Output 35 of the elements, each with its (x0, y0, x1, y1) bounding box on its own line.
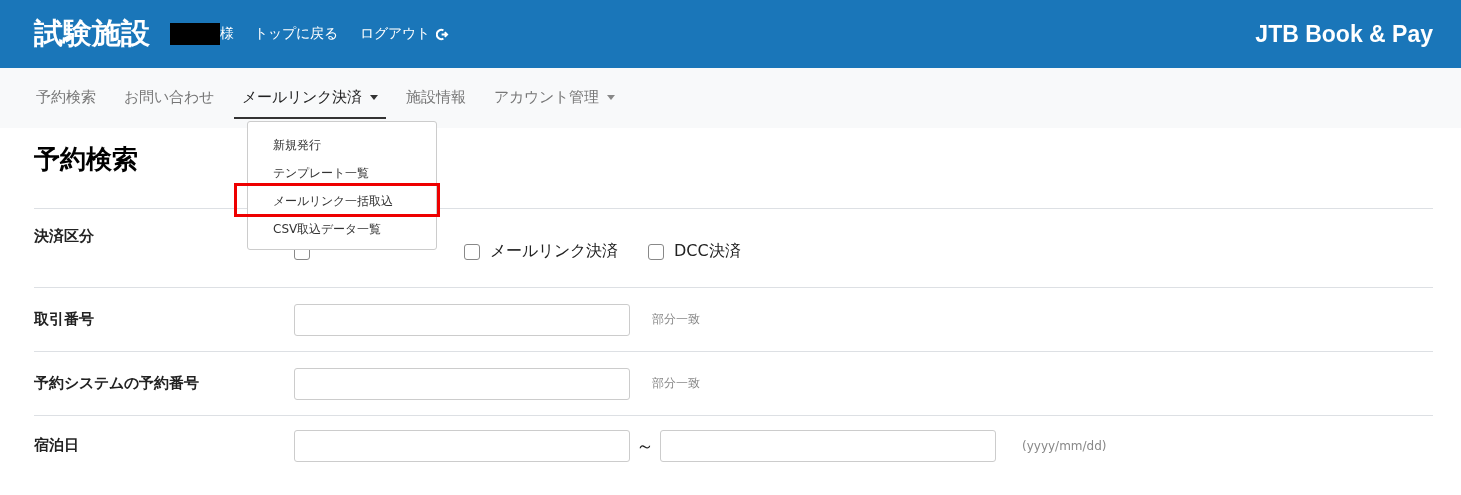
checkbox[interactable] (648, 243, 664, 260)
menu-item[interactable]: テンプレート一覧 (248, 164, 369, 182)
menu-item[interactable]: CSV取込データ一覧 (248, 220, 382, 238)
menu-item[interactable]: 新規発行 (248, 136, 321, 154)
nav-tab[interactable]: アカウント管理 (486, 77, 623, 119)
range-separator: ～ (636, 434, 654, 458)
input-field[interactable] (294, 303, 630, 336)
header-link[interactable]: ログアウト (360, 25, 449, 43)
input-field[interactable] (294, 430, 630, 462)
input-field[interactable] (294, 367, 630, 400)
checkbox[interactable] (464, 243, 480, 260)
field-label: 宿泊日 (34, 436, 79, 454)
caret-icon (607, 94, 615, 100)
hint-text: (yyyy/mm/dd) (1022, 439, 1107, 453)
logout-icon (436, 27, 449, 41)
nav-tab[interactable]: 施設情報 (398, 77, 474, 119)
checkbox-label: メールリンク決済 (490, 241, 618, 262)
menu-item[interactable]: メールリンク一括取込 (248, 192, 393, 210)
caret-icon (370, 94, 378, 100)
hint-text: 部分一致 (652, 311, 700, 328)
brand-logo: JTB Book & Pay (1255, 20, 1433, 48)
header-link[interactable]: トップに戻る (254, 25, 338, 43)
field-label: 決済区分 (34, 227, 94, 245)
page-title: 予約検索 (34, 143, 138, 176)
field-label: 予約システムの予約番号 (34, 374, 199, 392)
redacted-name (170, 23, 220, 45)
user-suffix: 様 (220, 25, 234, 43)
input-field[interactable] (660, 430, 996, 462)
checkbox-label: DCC決済 (674, 241, 741, 262)
facility-title: 試験施設 (34, 15, 150, 52)
nav-tab[interactable]: 予約検索 (28, 77, 104, 119)
nav-tab[interactable]: お問い合わせ (116, 77, 222, 119)
hint-text: 部分一致 (652, 375, 700, 392)
nav-tab[interactable]: メールリンク決済 (234, 77, 386, 119)
field-label: 取引番号 (34, 310, 94, 328)
